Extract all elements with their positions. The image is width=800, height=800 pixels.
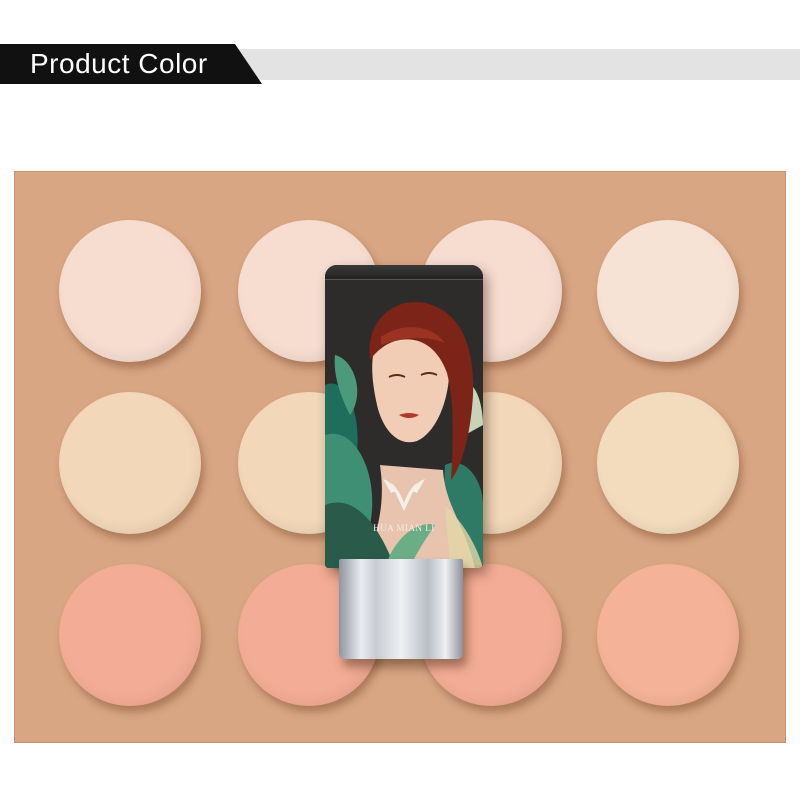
color-swatch (597, 220, 739, 362)
section-title: Product Color (30, 48, 208, 79)
color-swatch (597, 392, 739, 534)
header-rule (230, 49, 800, 80)
brand-name: HUA MIAN LI (373, 523, 435, 533)
tube-cap (339, 559, 463, 659)
product-color-image: HUA MIAN LI (14, 171, 786, 743)
section-header: Product Color (0, 44, 800, 84)
foundation-tube: HUA MIAN LI (325, 265, 483, 568)
color-swatch (59, 392, 201, 534)
color-swatch (59, 220, 201, 362)
tube-crimp (325, 265, 483, 280)
color-swatch (597, 564, 739, 706)
color-swatch (59, 564, 201, 706)
